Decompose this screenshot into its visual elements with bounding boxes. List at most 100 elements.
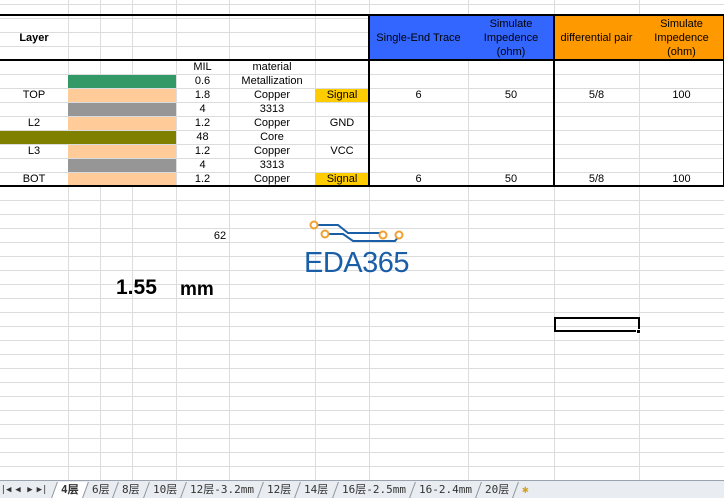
se-impedance-header: Simulate Impedence (ohm): [468, 15, 554, 60]
layer-type: GND: [329, 117, 355, 129]
layer-material: Copper: [253, 117, 291, 129]
grid-line: [68, 0, 69, 480]
sheet-tab[interactable]: 14层: [294, 481, 338, 498]
diff-impedance-value: [639, 158, 724, 172]
se-impedance-value: [468, 74, 554, 88]
sheet-tab-label: 16-2.4mm: [418, 482, 472, 496]
layer-thickness: 4: [199, 103, 206, 115]
layer-material: Core: [260, 131, 284, 143]
eda365-logo: EDA365: [303, 219, 418, 279]
se-impedance-value: 50: [504, 173, 518, 185]
diff-pair-value: 5/8: [588, 173, 605, 185]
thickness-unit: mm: [180, 279, 214, 300]
grid-line: [132, 0, 133, 480]
diff-impedance-value: 100: [672, 173, 691, 185]
layer-material: Copper: [253, 145, 291, 157]
first-sheet-icon[interactable]: |◀: [0, 485, 12, 495]
fill-handle[interactable]: [636, 329, 641, 334]
total-mil: 62: [213, 230, 227, 242]
sheet-tab-label: 8层: [122, 482, 140, 496]
se-trace-value: [369, 144, 468, 158]
sheet-tab[interactable]: 12层-3.2mm: [180, 481, 264, 498]
sheet-tab-label: 6层: [91, 482, 110, 496]
se-trace-value: [369, 102, 468, 116]
se-impedance-value: [468, 130, 554, 144]
layer-thickness: 4: [199, 159, 206, 171]
layer-name: [0, 130, 68, 144]
layer-type: Signal: [315, 173, 369, 186]
se-impedance-value: [468, 102, 554, 116]
prev-sheet-icon[interactable]: ◀: [12, 485, 24, 495]
se-trace-value: [369, 74, 468, 88]
layer-name: L3: [27, 145, 41, 157]
last-sheet-icon[interactable]: ▶|: [36, 485, 48, 495]
sheet-tab-label: 14层: [304, 482, 329, 496]
grid-line: [468, 0, 469, 480]
diff-pair-value: [554, 74, 639, 88]
next-sheet-icon[interactable]: ▶: [24, 485, 36, 495]
layer-color-swatch: [68, 89, 176, 102]
se-trace-header: Single-End Trace: [369, 15, 468, 60]
layer-color-swatch: [68, 75, 176, 88]
se-impedance-value: [468, 158, 554, 172]
sheet-tab[interactable]: 10层: [142, 481, 187, 498]
layer-type: [315, 130, 369, 144]
se-trace-value: [369, 116, 468, 130]
sheet-tab-label: 10层: [152, 482, 178, 496]
se-trace-value: [369, 130, 468, 144]
layer-type: Signal: [315, 89, 369, 102]
layer-thickness: 1.2: [194, 117, 211, 129]
layer-material: Metallization: [241, 75, 303, 87]
diff-impedance-header: Simulate Impedence (ohm): [639, 15, 724, 60]
diff-pair-value: 5/8: [588, 89, 605, 101]
sheet-tabs-bar: |◀ ◀ ▶ ▶| 4层 6层 8层 10层 12层-3.2mm 12层 14层 16层-2.…: [0, 480, 724, 498]
layer-type: [315, 74, 369, 88]
layer-type: [315, 102, 369, 116]
layer-material: 3313: [259, 103, 285, 115]
diff-impedance-value: [639, 130, 724, 144]
grid-line: [639, 0, 640, 480]
layer-thickness: 1.8: [194, 89, 211, 101]
layer-header: Layer: [19, 31, 49, 44]
layer-name: [0, 102, 68, 116]
layer-thickness: 0.6: [194, 75, 211, 87]
material-label: material: [252, 61, 292, 73]
diff-pair-value: [554, 158, 639, 172]
se-impedance-value: [468, 116, 554, 130]
mil-label: MIL: [193, 61, 212, 73]
layer-material: Copper: [253, 89, 291, 101]
se-impedance-value: 50: [504, 89, 518, 101]
layer-name: [0, 158, 68, 172]
layer-name: L2: [27, 117, 41, 129]
sheet-tab[interactable]: 20层: [474, 481, 518, 498]
selected-cell[interactable]: [554, 317, 640, 332]
diff-pair-header: differential pair: [554, 15, 639, 60]
layer-material: 3313: [259, 159, 285, 171]
layer-color-swatch: [68, 117, 176, 130]
sheet-tab-label: 12层: [267, 482, 292, 496]
se-trace-value: 6: [415, 173, 422, 185]
diff-impedance-value: 100: [672, 89, 691, 101]
layer-name: BOT: [22, 173, 46, 185]
sheet-tab-label: 20层: [484, 482, 509, 496]
sheet-tab[interactable]: 16-2.4mm: [408, 481, 481, 498]
sheet-tab-label: 16层-2.5mm: [341, 482, 406, 496]
thickness-value: 1.55: [116, 276, 157, 299]
layer-color-swatch: [68, 173, 176, 186]
layer-type: VCC: [330, 145, 354, 157]
logo-text: EDA365: [304, 247, 410, 279]
sheet-tab-label: 4层: [61, 482, 79, 496]
diff-impedance-value: [639, 144, 724, 158]
sheet-tab-label: 12层-3.2mm: [190, 482, 255, 496]
se-impedance-value: [468, 144, 554, 158]
diff-pair-value: [554, 130, 639, 144]
layer-thickness: 48: [196, 131, 209, 143]
diff-pair-value: [554, 116, 639, 130]
layer-material: Copper: [253, 173, 291, 185]
layer-color-swatch: [68, 159, 176, 172]
se-trace-value: 6: [415, 89, 422, 101]
sheet-tab[interactable]: 16层-2.5mm: [331, 481, 415, 498]
layer-color-swatch: [68, 145, 176, 158]
diff-impedance-value: [639, 116, 724, 130]
se-trace-value: [369, 158, 468, 172]
